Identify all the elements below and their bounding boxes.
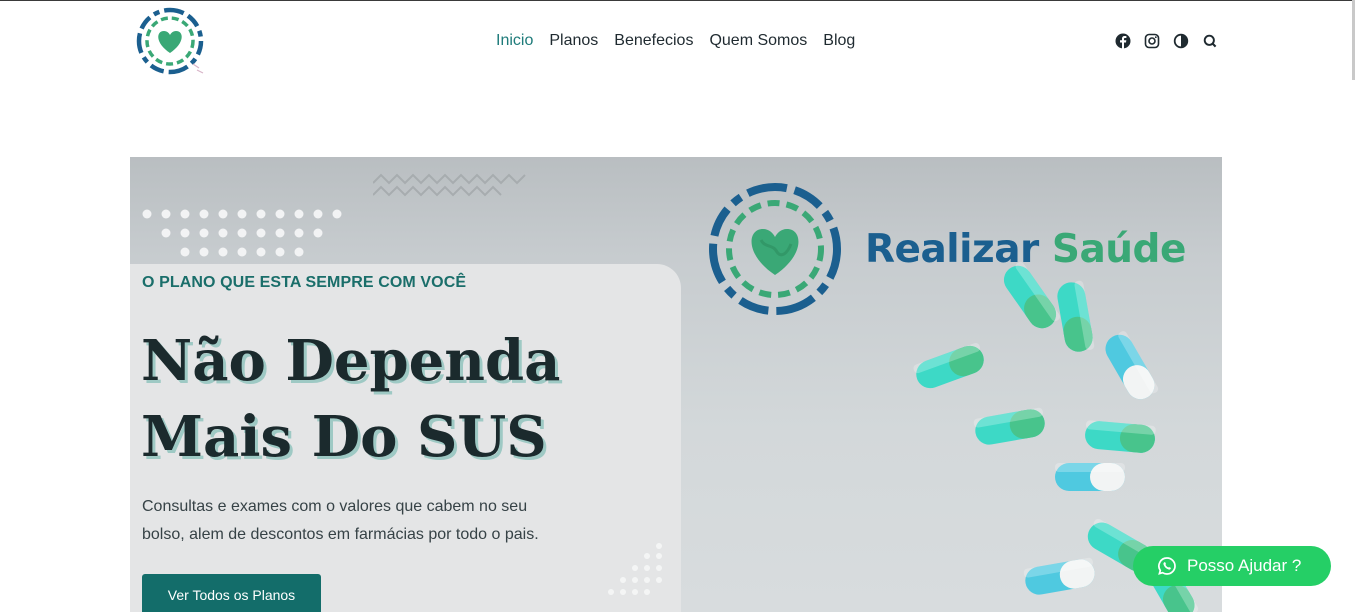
window-top-border [0, 0, 1355, 1]
facebook-icon[interactable] [1115, 33, 1131, 49]
hero-headline-line2: Mais Do SUS [141, 404, 547, 470]
whatsapp-help-button[interactable]: Posso Ajudar ? [1133, 546, 1331, 586]
decorative-dots-corner [608, 543, 662, 595]
hero-subtitle: Consultas e exames com o valores que cab… [142, 498, 539, 543]
whatsapp-icon [1158, 557, 1176, 575]
hero-eyebrow: O PLANO QUE ESTA SEMPRE COM VOCÊ [142, 274, 467, 291]
whatsapp-help-label: Posso Ajudar ? [1187, 556, 1302, 575]
hero-headline: Não Dependa Mais Do SUS [141, 323, 661, 475]
hero-banner: O PLANO QUE ESTA SEMPRE COM VOCÊ Não Dep… [130, 157, 1222, 612]
header-icons [1115, 33, 1218, 49]
search-icon[interactable] [1202, 33, 1218, 49]
nav-item-blog[interactable]: Blog [823, 32, 855, 50]
main-nav: Inicio Planos Benefecios Quem Somos Blog [496, 32, 855, 50]
brand-heart-logo [709, 183, 841, 315]
decorative-zigzag [373, 173, 526, 197]
hero-headline-line1: Não Dependa [141, 328, 561, 394]
nav-item-quem-somos[interactable]: Quem Somos [709, 32, 807, 50]
nav-item-planos[interactable]: Planos [549, 32, 598, 50]
nav-item-benefecios[interactable]: Benefecios [614, 32, 693, 50]
site-logo[interactable] [133, 4, 213, 80]
contrast-toggle-icon[interactable] [1173, 33, 1189, 49]
view-all-plans-button[interactable]: Ver Todos os Planos [142, 574, 321, 612]
instagram-icon[interactable] [1144, 33, 1160, 49]
nav-item-inicio[interactable]: Inicio [496, 32, 533, 50]
